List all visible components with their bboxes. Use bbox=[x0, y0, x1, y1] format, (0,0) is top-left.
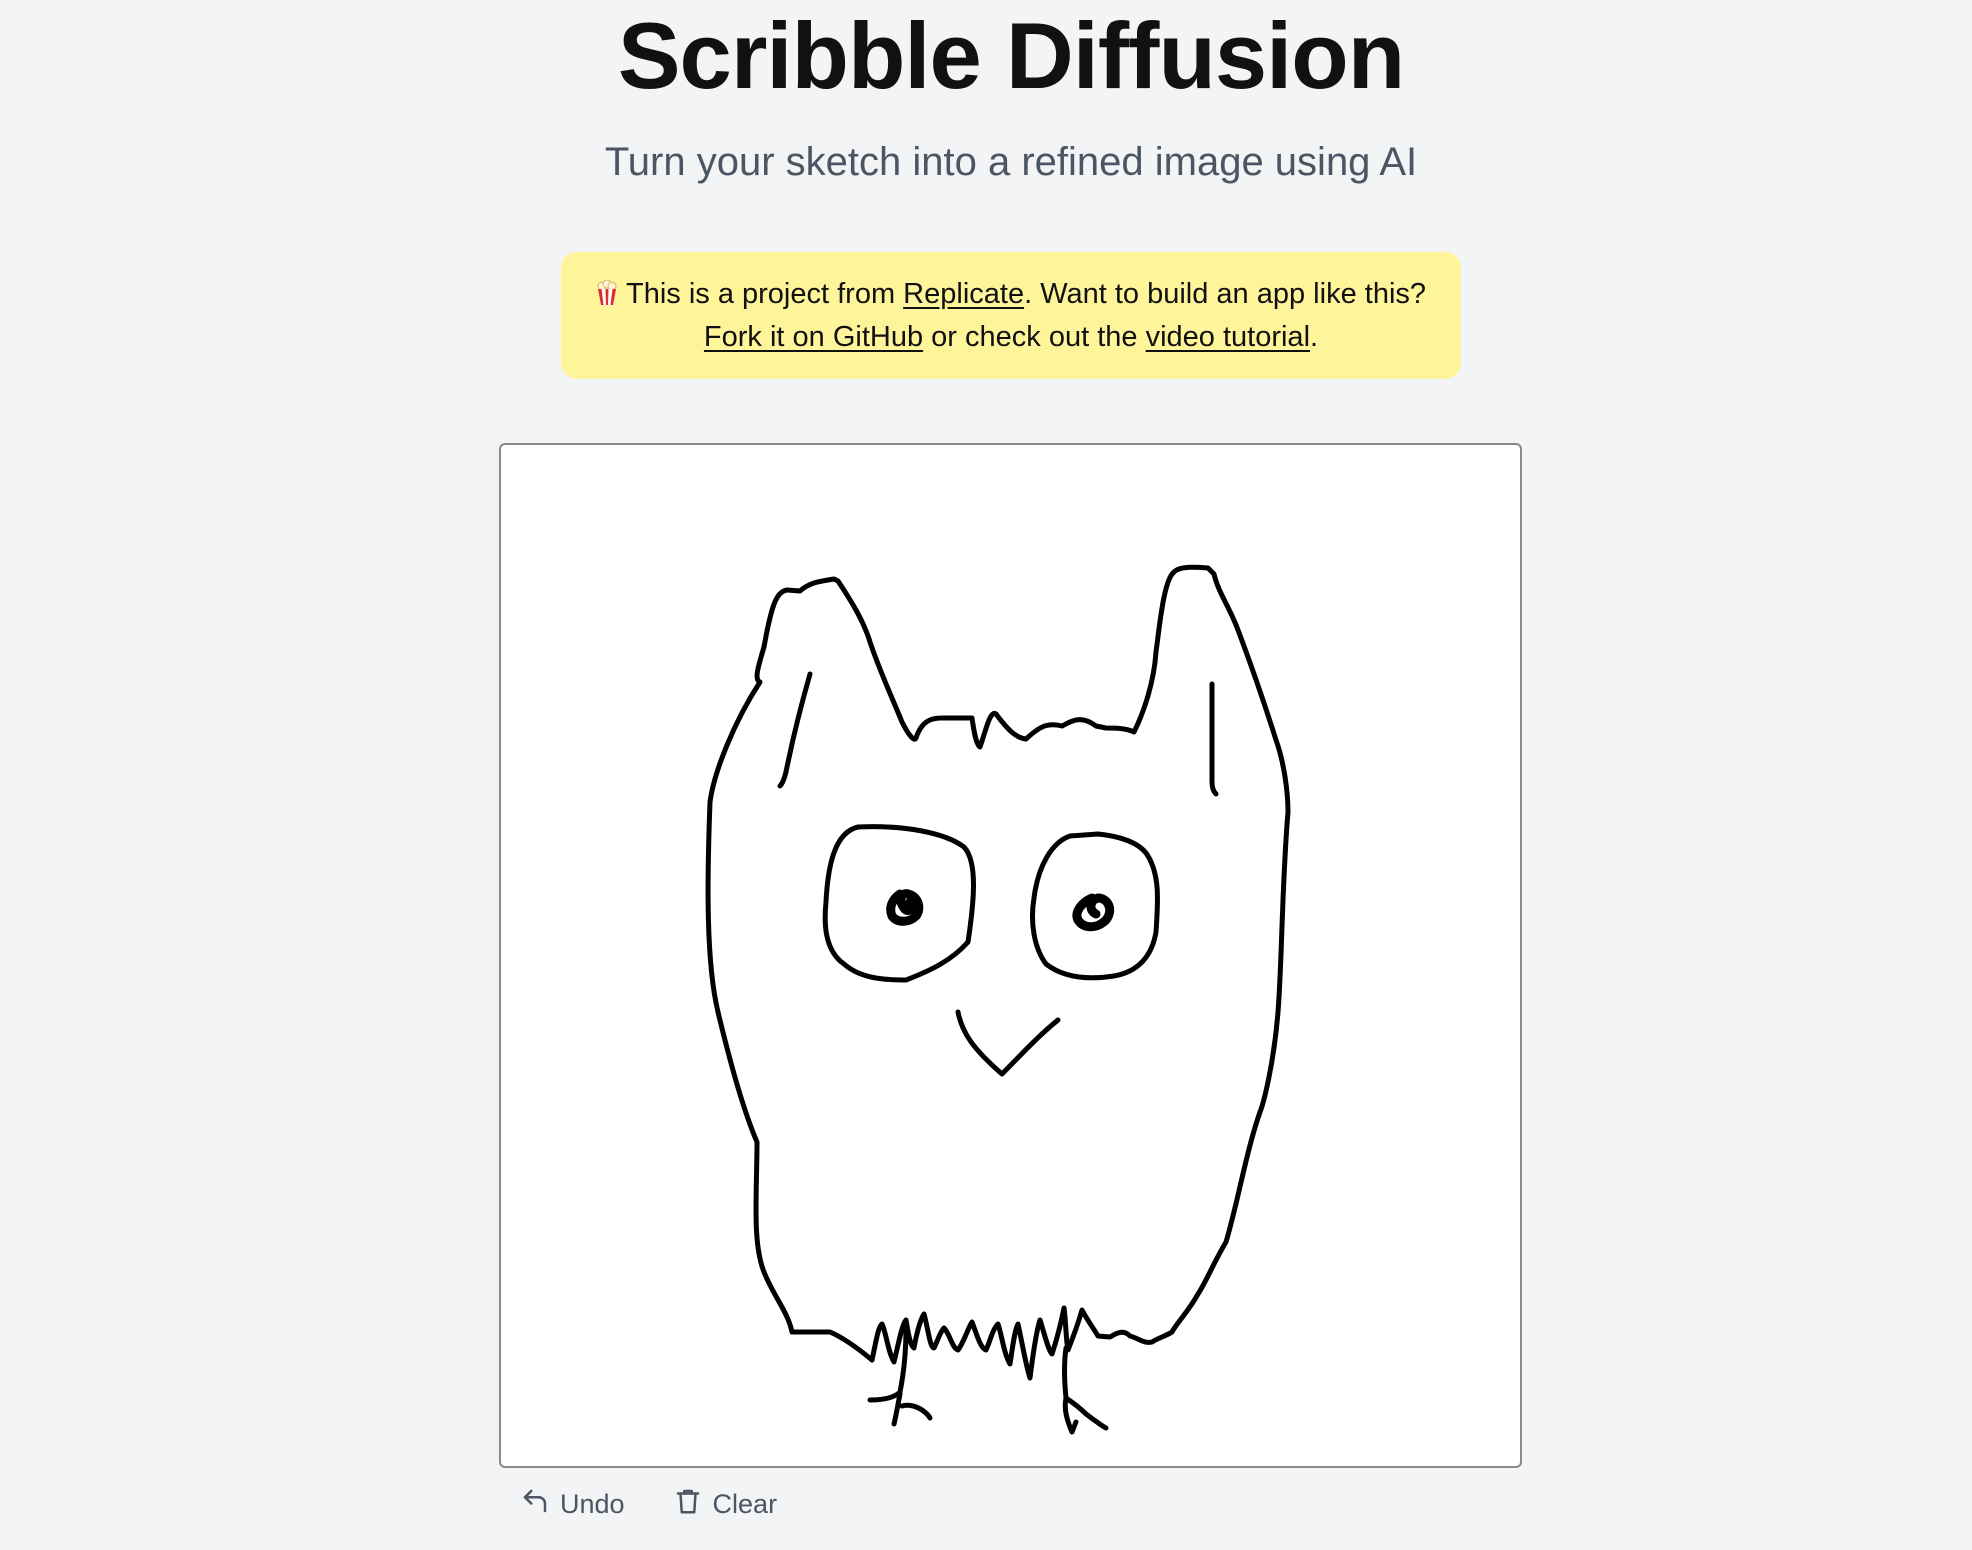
fork-github-link[interactable]: Fork it on GitHub bbox=[704, 321, 923, 353]
page-title: Scribble Diffusion bbox=[617, 3, 1405, 108]
video-tutorial-link[interactable]: video tutorial bbox=[1146, 321, 1310, 353]
trash-icon bbox=[673, 1486, 703, 1523]
banner-text-4: . bbox=[1310, 321, 1319, 353]
clear-button[interactable]: Clear bbox=[673, 1486, 778, 1523]
replicate-link[interactable]: Replicate bbox=[903, 278, 1024, 310]
banner-text-2: . Want to build an app like this? bbox=[1024, 278, 1427, 310]
promo-banner: This is a project from Replicate. Want t… bbox=[561, 252, 1461, 379]
banner-text-1: This is a project from bbox=[625, 278, 904, 310]
undo-icon bbox=[520, 1486, 550, 1523]
banner-text-3: or check out the bbox=[923, 321, 1146, 353]
sketch-canvas[interactable] bbox=[499, 443, 1522, 1468]
clear-label: Clear bbox=[712, 1488, 778, 1519]
undo-label: Undo bbox=[560, 1488, 625, 1519]
page-subtitle: Turn your sketch into a refined image us… bbox=[604, 140, 1418, 184]
owl-sketch bbox=[705, 564, 1291, 1435]
undo-button[interactable]: Undo bbox=[520, 1486, 625, 1523]
canvas-toolbar: Undo Clear bbox=[520, 1484, 777, 1524]
popcorn-icon bbox=[596, 277, 618, 317]
